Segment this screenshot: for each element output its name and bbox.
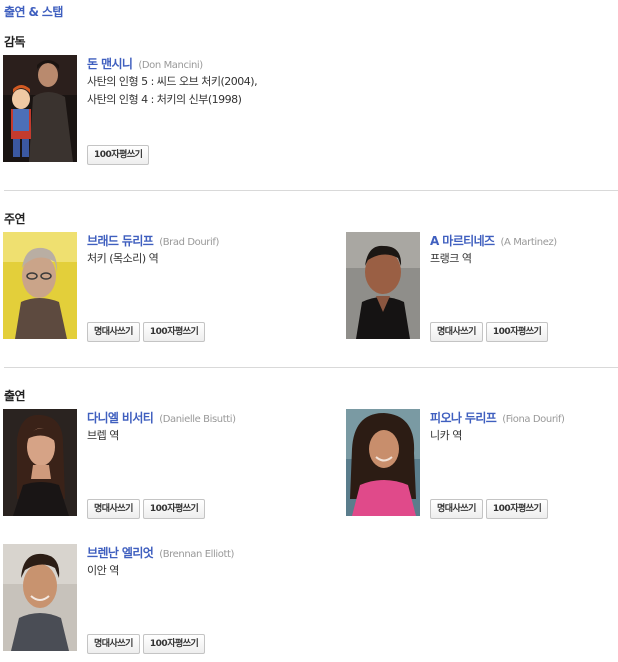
person-filmography: 사탄의 인형 5 : 씨드 오브 처키(2004), 사탄의 인형 4 : 처키… xyxy=(87,75,258,106)
person-role: 니카 역 xyxy=(430,429,462,442)
person-photo[interactable] xyxy=(3,55,77,162)
page-title: 출연 & 스탭 xyxy=(4,5,63,19)
man-dark-shirt-photo xyxy=(346,232,420,339)
person-info: 돈 맨시니 (Don Mancini) 사탄의 인형 5 : 씨드 오브 처키(2… xyxy=(87,55,283,109)
person-actions: 명대사쓰기 100자평쓰기 xyxy=(87,499,208,519)
person-actions: 명대사쓰기 100자평쓰기 xyxy=(430,499,551,519)
person-card-lead-2: A 마르티네즈 (A Martinez) 프랭크 역 명대사쓰기 100자평쓰기 xyxy=(346,232,618,342)
cast-and-crew-page: 출연 & 스탭 감독 돈 맨시니 (Don Mancini) 사탄의 인형 5 … xyxy=(0,0,618,662)
person-photo[interactable] xyxy=(3,544,77,651)
write-line-button[interactable]: 명대사쓰기 xyxy=(87,499,140,519)
person-actions: 명대사쓰기 100자평쓰기 xyxy=(430,322,551,342)
person-role: 처키 (목소리) 역 xyxy=(87,252,159,265)
woman-dark-hair-photo xyxy=(3,409,77,516)
section-divider xyxy=(4,367,618,368)
person-actions: 명대사쓰기 100자평쓰기 xyxy=(87,322,208,342)
person-actions: 명대사쓰기 100자평쓰기 xyxy=(87,634,208,654)
section-title-director: 감독 xyxy=(4,35,25,49)
person-english-name: (Danielle Bisutti) xyxy=(159,414,236,425)
section-title-lead-cast: 주연 xyxy=(4,212,25,226)
person-english-name: (Fiona Dourif) xyxy=(502,414,565,425)
person-name-link[interactable]: 다니엘 비서티 xyxy=(87,411,154,425)
person-info: 브래드 듀리프 (Brad Dourif) 처키 (목소리) 역 xyxy=(87,232,283,268)
person-photo[interactable] xyxy=(346,232,420,339)
section-divider xyxy=(4,190,618,191)
section-title-supporting-cast: 출연 xyxy=(4,389,25,403)
person-english-name: (Brennan Elliott) xyxy=(159,549,235,560)
person-photo[interactable] xyxy=(3,409,77,516)
person-info: 브렌난 엘리엇 (Brennan Elliott) 이안 역 xyxy=(87,544,283,580)
write-review-button[interactable]: 100자평쓰기 xyxy=(485,499,549,519)
person-name-link[interactable]: 브래드 듀리프 xyxy=(87,234,154,248)
write-review-button[interactable]: 100자평쓰기 xyxy=(142,499,206,519)
person-info: 다니엘 비서티 (Danielle Bisutti) 브렙 역 xyxy=(87,409,283,445)
write-line-button[interactable]: 명대사쓰기 xyxy=(430,322,483,342)
person-card-support-1: 다니엘 비서티 (Danielle Bisutti) 브렙 역 명대사쓰기 100자… xyxy=(3,409,283,519)
woman-curly-hair-photo xyxy=(346,409,420,516)
person-role: 프랭크 역 xyxy=(430,252,472,265)
write-review-button[interactable]: 100자평쓰기 xyxy=(485,322,549,342)
person-role: 브렙 역 xyxy=(87,429,119,442)
older-man-yellow-bg-photo xyxy=(3,232,77,339)
person-name-link[interactable]: 피오나 두리프 xyxy=(430,411,497,425)
person-photo[interactable] xyxy=(346,409,420,516)
write-review-button[interactable]: 100자평쓰기 xyxy=(142,322,206,342)
person-name-link[interactable]: A 마르티네즈 xyxy=(430,234,495,248)
write-line-button[interactable]: 명대사쓰기 xyxy=(430,499,483,519)
person-name-link[interactable]: 돈 맨시니 xyxy=(87,57,133,71)
write-line-button[interactable]: 명대사쓰기 xyxy=(87,634,140,654)
man-smiling-photo xyxy=(3,544,77,651)
person-card-director: 돈 맨시니 (Don Mancini) 사탄의 인형 5 : 씨드 오브 처키(2… xyxy=(3,55,283,165)
write-review-button[interactable]: 100자평쓰기 xyxy=(87,145,150,165)
person-english-name: (Brad Dourif) xyxy=(159,237,220,248)
person-card-support-3: 브렌난 엘리엇 (Brennan Elliott) 이안 역 명대사쓰기 100자평… xyxy=(3,544,283,654)
person-info: A 마르티네즈 (A Martinez) 프랭크 역 xyxy=(430,232,618,268)
man-with-doll-photo xyxy=(3,55,77,162)
person-name-link[interactable]: 브렌난 엘리엇 xyxy=(87,546,154,560)
person-photo[interactable] xyxy=(3,232,77,339)
person-card-support-2: 피오나 두리프 (Fiona Dourif) 니카 역 명대사쓰기 100자평쓰기 xyxy=(346,409,618,519)
write-line-button[interactable]: 명대사쓰기 xyxy=(87,322,140,342)
person-card-lead-1: 브래드 듀리프 (Brad Dourif) 처키 (목소리) 역 명대사쓰기 100… xyxy=(3,232,283,342)
person-actions: 100자평쓰기 xyxy=(87,145,152,165)
person-role: 이안 역 xyxy=(87,564,119,577)
write-review-button[interactable]: 100자평쓰기 xyxy=(142,634,206,654)
person-english-name: (A Martinez) xyxy=(500,237,557,248)
person-english-name: (Don Mancini) xyxy=(138,60,203,71)
person-info: 피오나 두리프 (Fiona Dourif) 니카 역 xyxy=(430,409,618,445)
